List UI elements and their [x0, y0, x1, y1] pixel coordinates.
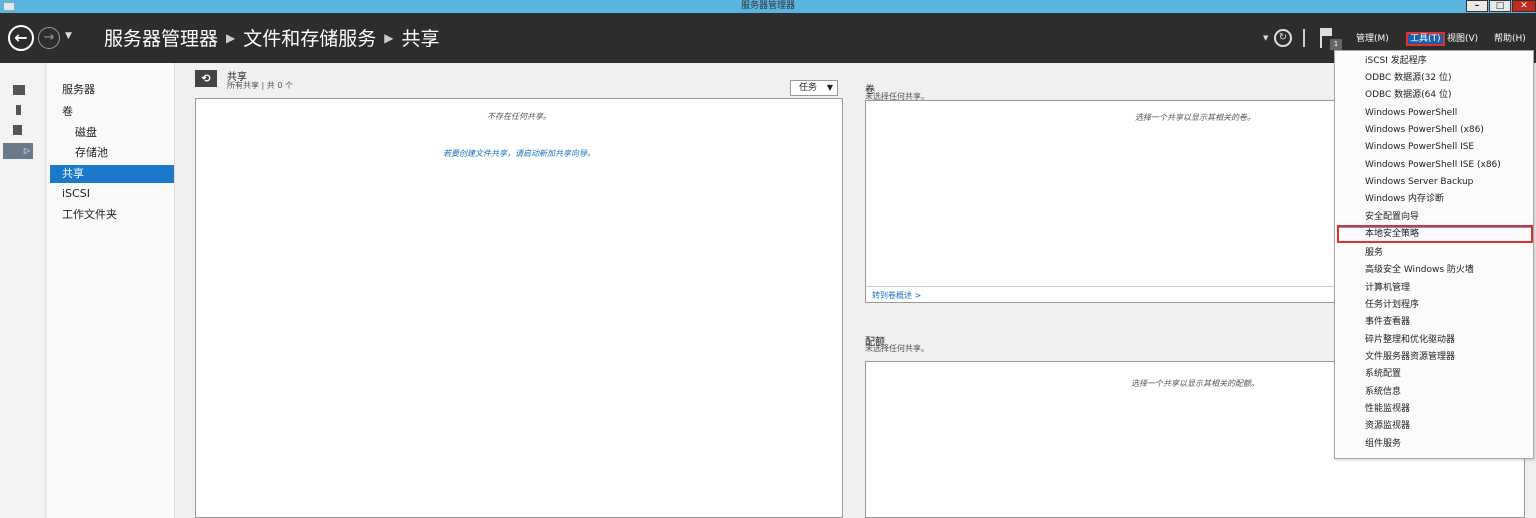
tools-item-powershell-x86[interactable]: Windows PowerShell (x86)	[1365, 122, 1484, 138]
tools-item-firewall[interactable]: 高级安全 Windows 防火墙	[1365, 262, 1474, 278]
shares-icon: ⟲	[195, 70, 217, 87]
navigation-pane: 服务器 卷 磁盘 存储池 共享 iSCSI 工作文件夹	[47, 63, 175, 518]
quota-subtitle: 未选择任何共享。	[865, 344, 929, 353]
forward-arrow-icon[interactable]: →	[38, 27, 60, 49]
nav-item-disks[interactable]: 磁盘	[50, 124, 174, 142]
refresh-icon[interactable]: ↻	[1274, 29, 1292, 47]
refresh-dropdown-icon[interactable]: ▼	[1263, 34, 1268, 42]
tools-item-powershell[interactable]: Windows PowerShell	[1365, 105, 1457, 121]
tools-item-system-config[interactable]: 系统配置	[1365, 366, 1401, 382]
window-title: 服务器管理器	[740, 1, 795, 11]
local-server-icon[interactable]	[16, 105, 21, 115]
notification-badge: 1	[1330, 39, 1342, 50]
shares-pane: ⟲ 共享 所有共享 | 共 0 个 任务 ▼ 不存在任何共享。 若要创建文件共享…	[195, 68, 843, 518]
tools-item-memory-diagnostic[interactable]: Windows 内存诊断	[1365, 191, 1444, 207]
breadcrumb-separator-icon: ▶	[384, 31, 394, 45]
tools-item-powershell-ise-x86[interactable]: Windows PowerShell ISE (x86)	[1365, 157, 1501, 173]
tasks-button[interactable]: 任务 ▼	[790, 80, 838, 96]
title-bar: 服务器管理器 – □ ✕	[0, 0, 1536, 13]
history-dropdown-icon[interactable]: ▼	[65, 31, 72, 41]
nav-item-iscsi[interactable]: iSCSI	[50, 185, 174, 203]
breadcrumb-separator-icon: ▶	[226, 31, 236, 45]
nav-item-storage-pools[interactable]: 存储池	[50, 144, 174, 162]
breadcrumb-item[interactable]: 共享	[402, 28, 440, 50]
separator	[1303, 29, 1305, 47]
new-share-wizard-link[interactable]: 若要创建文件共享，请启动新加共享向导。	[196, 148, 842, 159]
tools-item-services[interactable]: 服务	[1365, 245, 1383, 261]
tools-item-security-config-wizard[interactable]: 安全配置向导	[1365, 209, 1419, 225]
tools-item-defragment[interactable]: 碎片整理和优化驱动器	[1365, 332, 1455, 348]
tools-item-powershell-ise[interactable]: Windows PowerShell ISE	[1365, 139, 1474, 155]
menu-tools[interactable]: 工具(T)	[1406, 32, 1445, 46]
tools-item-iscsi-initiator[interactable]: iSCSI 发起程序	[1365, 53, 1427, 69]
tools-item-task-scheduler[interactable]: 任务计划程序	[1365, 297, 1419, 313]
dashboard-icon[interactable]	[13, 85, 25, 95]
close-button[interactable]: ✕	[1512, 0, 1536, 12]
tools-item-odbc-32[interactable]: ODBC 数据源(32 位)	[1365, 70, 1452, 86]
tools-dropdown-menu: iSCSI 发起程序 ODBC 数据源(32 位) ODBC 数据源(64 位)…	[1334, 50, 1534, 459]
tools-item-computer-management[interactable]: 计算机管理	[1365, 280, 1410, 296]
maximize-button[interactable]: □	[1489, 0, 1511, 12]
nav-item-servers[interactable]: 服务器	[50, 81, 174, 99]
nav-item-work-folders[interactable]: 工作文件夹	[50, 206, 174, 224]
minimize-button[interactable]: –	[1466, 0, 1488, 12]
tools-item-resource-monitor[interactable]: 资源监视器	[1365, 418, 1410, 434]
tools-item-server-backup[interactable]: Windows Server Backup	[1365, 174, 1473, 190]
tools-item-performance-monitor[interactable]: 性能监视器	[1365, 401, 1410, 417]
menu-manage[interactable]: 管理(M)	[1354, 32, 1391, 46]
breadcrumb-item[interactable]: 文件和存储服务	[243, 28, 376, 50]
tools-item-fsrm[interactable]: 文件服务器资源管理器	[1365, 349, 1455, 365]
tools-item-local-security-policy[interactable]: 本地安全策略	[1365, 226, 1419, 242]
all-servers-icon[interactable]	[13, 125, 22, 135]
icon-strip: ▷	[0, 63, 46, 518]
breadcrumb: 服务器管理器 ▶ 文件和存储服务 ▶ 共享	[104, 25, 440, 52]
chevron-down-icon: ▼	[826, 83, 833, 92]
tasks-label: 任务	[799, 83, 818, 93]
tools-item-component-services[interactable]: 组件服务	[1365, 436, 1401, 452]
empty-message: 不存在任何共享。	[487, 112, 551, 121]
nav-item-volumes[interactable]: 卷	[50, 103, 174, 121]
shares-list[interactable]: 不存在任何共享。 若要创建文件共享，请启动新加共享向导。	[195, 98, 843, 518]
menu-help[interactable]: 帮助(H)	[1492, 32, 1528, 46]
tools-item-odbc-64[interactable]: ODBC 数据源(64 位)	[1365, 87, 1452, 103]
nav-item-shares[interactable]: 共享	[50, 165, 174, 183]
header-bar: ← → ▼ 服务器管理器 ▶ 文件和存储服务 ▶ 共享 ▼ ↻ 1 管理(M) 工具(T…	[0, 13, 1536, 63]
menu-view[interactable]: 视图(V)	[1445, 32, 1480, 46]
tools-item-event-viewer[interactable]: 事件查看器	[1365, 314, 1410, 330]
volume-overview-link[interactable]: 转到卷概述 >	[872, 290, 921, 301]
shares-subtitle: 所有共享 | 共 0 个	[227, 81, 293, 90]
file-storage-icon[interactable]: ▷	[3, 143, 33, 159]
tools-item-system-info[interactable]: 系统信息	[1365, 384, 1401, 400]
breadcrumb-item[interactable]: 服务器管理器	[104, 28, 218, 50]
back-arrow-icon[interactable]: ←	[8, 25, 34, 51]
